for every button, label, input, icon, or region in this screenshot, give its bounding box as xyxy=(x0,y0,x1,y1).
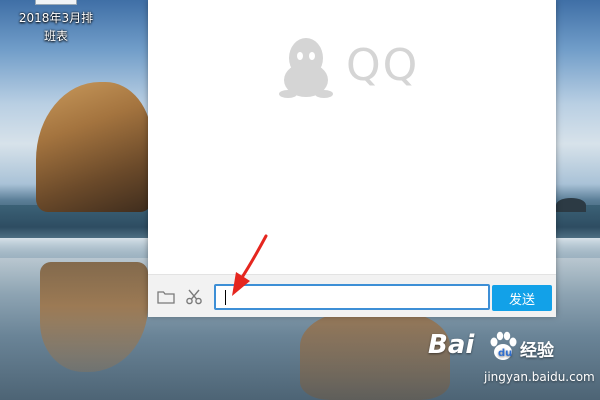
qq-logo-text: QQ xyxy=(346,40,420,91)
send-button[interactable]: 发送 xyxy=(492,285,552,311)
document-icon xyxy=(35,0,77,5)
folder-icon[interactable] xyxy=(156,287,176,307)
baidu-jingyan-watermark: Bai du 经验 jingyan.baidu.com xyxy=(428,330,595,392)
watermark-url: jingyan.baidu.com xyxy=(484,370,595,384)
wallpaper-islet xyxy=(556,198,586,212)
baidu-paw-icon: du xyxy=(490,331,517,360)
qq-logo: QQ xyxy=(278,36,438,100)
message-input[interactable] xyxy=(214,284,490,310)
wallpaper-rock xyxy=(36,82,152,212)
watermark-brand-cn: 经验 xyxy=(520,341,554,361)
chat-toolbar: 发送 xyxy=(148,274,556,317)
qq-chat-window: QQ 发送 xyxy=(148,0,556,317)
desktop-file-label: 2018年3月排班表 xyxy=(18,11,94,43)
desktop-file-icon[interactable]: 2018年3月排班表 xyxy=(10,0,102,45)
qq-penguin-icon xyxy=(279,38,333,98)
scissors-icon[interactable] xyxy=(184,287,204,307)
watermark-brand: Bai xyxy=(428,330,475,360)
svg-text:du: du xyxy=(498,348,512,359)
text-caret xyxy=(225,290,226,305)
